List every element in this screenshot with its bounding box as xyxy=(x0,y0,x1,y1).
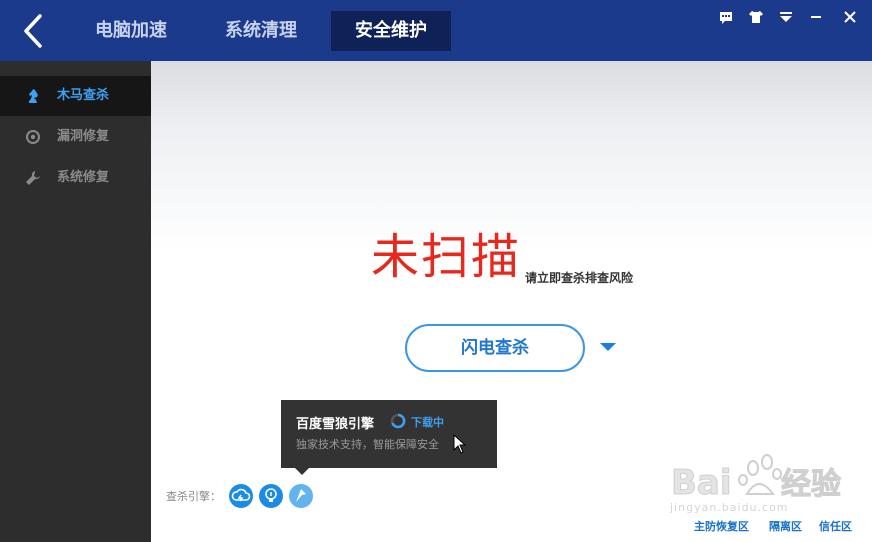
wolf-icon[interactable] xyxy=(289,484,313,508)
trust-zone-link[interactable]: 信任区 xyxy=(819,518,852,534)
back-arrow-icon xyxy=(24,14,42,48)
sidebar-item-vuln-fix[interactable]: 漏洞修复 xyxy=(0,117,151,157)
engines-label: 查杀引擎： xyxy=(166,490,221,503)
tooltip-description: 独家技术支持，智能保障安全 xyxy=(296,438,439,451)
baidu-watermark-logo: Bai 经验 xyxy=(671,454,842,504)
mouse-cursor-icon xyxy=(453,434,467,454)
tab-system-clean[interactable]: 系统清理 xyxy=(208,11,314,51)
tooltip-title: 百度雪狼引擎 xyxy=(296,417,375,432)
close-icon[interactable] xyxy=(840,7,860,27)
bulb-icon[interactable] xyxy=(259,484,283,508)
back-button[interactable] xyxy=(18,12,52,50)
tab-pc-speedup[interactable]: 电脑加速 xyxy=(78,11,184,51)
quarantine-link[interactable]: 隔离区 xyxy=(769,518,802,534)
scan-status: 未扫描 xyxy=(371,229,522,285)
sidebar-item-label: 系统修复 xyxy=(57,170,110,185)
svg-text:经验: 经验 xyxy=(781,467,841,502)
shield-icon xyxy=(26,130,40,144)
sidebar-item-label: 漏洞修复 xyxy=(57,129,110,144)
scan-options-dropdown[interactable] xyxy=(598,337,618,357)
minimize-icon[interactable] xyxy=(806,7,826,27)
sidebar: 木马查杀 漏洞修复 系统修复 xyxy=(0,61,151,542)
scan-status-hint: 请立即查杀排查风险 xyxy=(525,271,634,285)
tooltip-status: 下载中 xyxy=(411,416,444,429)
horse-icon xyxy=(29,89,38,103)
sidebar-item-system-fix[interactable]: 系统修复 xyxy=(0,158,151,198)
title-bar: 电脑加速 系统清理 安全维护 xyxy=(0,0,872,61)
skin-icon[interactable] xyxy=(746,7,766,27)
menu-icon[interactable] xyxy=(776,7,796,27)
feedback-icon[interactable] xyxy=(716,7,736,27)
svg-text:Bai: Bai xyxy=(671,463,732,503)
quarantine-restore-link[interactable]: 主防恢复区 xyxy=(694,518,749,534)
quick-scan-button[interactable]: 闪电查杀 xyxy=(405,324,585,372)
watermark-url: jingyan.baidu.com xyxy=(670,501,789,514)
tooltip-arrow xyxy=(295,468,309,475)
triangle-down-icon xyxy=(600,343,616,351)
cloud-icon[interactable] xyxy=(229,484,253,508)
loading-spinner-icon xyxy=(390,413,406,429)
sidebar-item-label: 木马查杀 xyxy=(57,88,110,103)
tab-security[interactable]: 安全维护 xyxy=(331,11,451,51)
sidebar-item-trojan-scan[interactable]: 木马查杀 xyxy=(0,76,151,116)
wrench-icon xyxy=(26,171,40,185)
